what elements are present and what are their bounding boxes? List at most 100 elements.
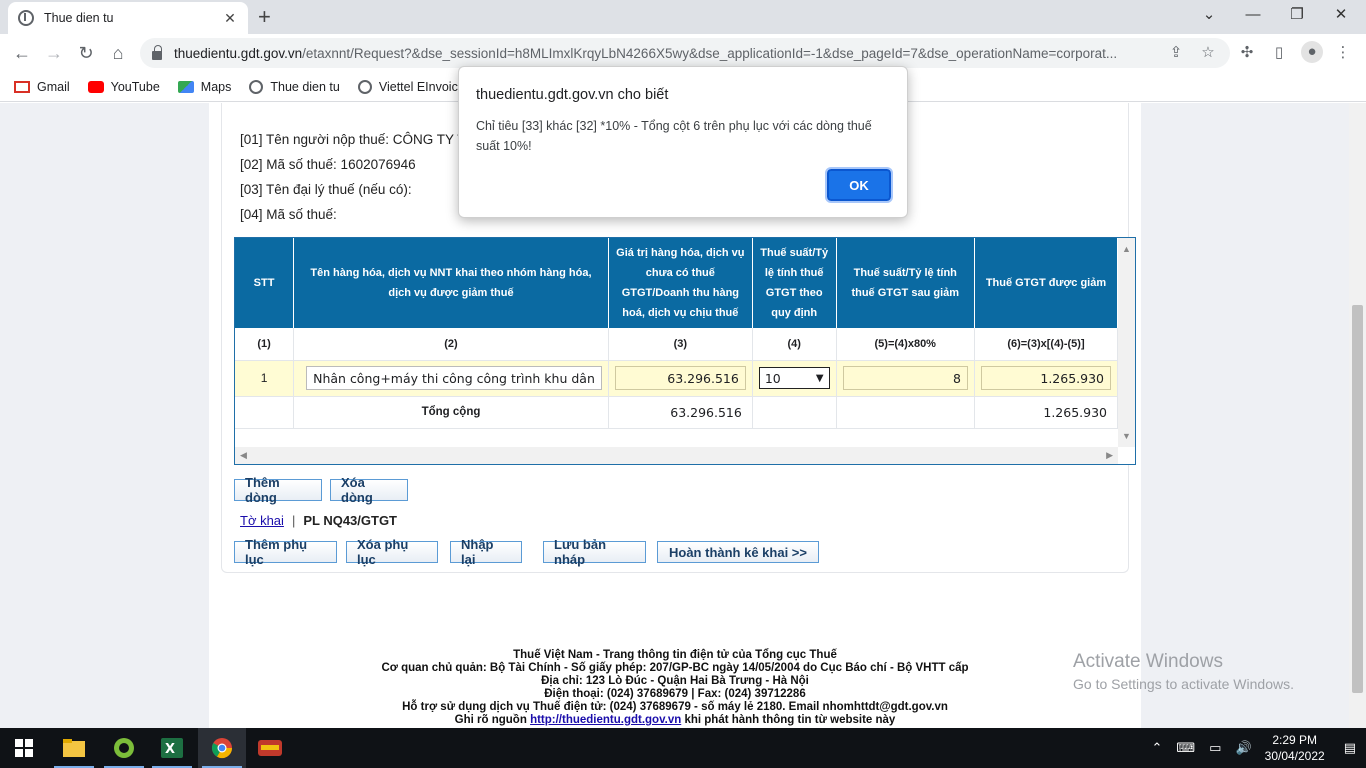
row-stt: 1 <box>235 360 295 397</box>
taskbar-clock[interactable]: 2:29 PM 30/04/2022 <box>1265 732 1325 764</box>
bookmark-gmail[interactable]: Gmail <box>14 80 70 94</box>
rate-after-input[interactable]: 8 <box>842 366 968 390</box>
notification-icon[interactable]: ▤ <box>1344 740 1356 756</box>
youtube-icon <box>87 80 104 93</box>
alert-dialog: thuedientu.gdt.gov.vn cho biết Chỉ tiêu … <box>458 66 908 218</box>
total-stt <box>235 396 295 429</box>
table-vertical-scrollbar[interactable]: ▲ ▼ <box>1118 238 1135 447</box>
add-appendix-button[interactable]: Thêm phụ lục <box>234 537 337 567</box>
globe-icon <box>249 79 264 94</box>
header-goods-name: Tên hàng hóa, dịch vụ NNT khai theo nhóm… <box>293 238 609 328</box>
url-text[interactable]: thuedientu.gdt.gov.vn/etaxnnt/Request?&d… <box>174 46 1164 61</box>
chrome-icon[interactable] <box>198 728 246 768</box>
globe-icon <box>18 10 34 26</box>
windows-taskbar: X ⌃ ⌨ ▭ 🔊 2:29 PM 30/04/2022 ▤ <box>0 728 1366 768</box>
col-number: (2) <box>293 328 609 361</box>
total-row: Tổng cộng 63.296.516 1.265.930 <box>235 396 1119 429</box>
app-green-icon[interactable] <box>100 728 148 768</box>
delete-row-button[interactable]: Xóa dòng <box>330 475 408 505</box>
footer-line: Ghi rõ nguồn http://thuedientu.gdt.gov.v… <box>454 714 896 726</box>
bookmark-star-icon[interactable]: ☆ <box>1198 43 1218 61</box>
site-footer: Thuế Việt Nam - Trang thông tin điện tử … <box>209 641 1141 728</box>
footer-line: Cơ quan chủ quản: Bộ Tài Chính - Số giấy… <box>381 662 969 674</box>
close-window-button[interactable]: ✕ <box>1326 4 1356 26</box>
save-draft-button[interactable]: Lưu bản nháp <box>543 537 646 567</box>
browser-tab[interactable]: Thue dien tu ✕ <box>8 2 248 34</box>
cell-reduced: 1.265.930 <box>974 360 1119 397</box>
rate-select[interactable]: 10 ▼ <box>758 367 830 389</box>
form-tabs: Tờ khai | PL NQ43/GTGT <box>240 513 397 528</box>
dialog-title: thuedientu.gdt.gov.vn cho biết <box>476 87 669 103</box>
minimize-button[interactable]: — <box>1238 4 1268 26</box>
forward-arrow-icon[interactable]: → <box>42 41 66 65</box>
header-rate: Thuế suất/Tỷ lệ tính thuế GTGT theo quy … <box>752 238 837 328</box>
appendix-table: STT Tên hàng hóa, dịch vụ NNT khai theo … <box>234 237 1136 465</box>
footer-site-link[interactable]: http://thuedientu.gdt.gov.vn <box>530 714 681 726</box>
page-scrollbar-thumb[interactable] <box>1352 305 1363 693</box>
cell-value: 63.296.516 <box>608 360 753 397</box>
taxpayer-name: [01] Tên người nộp thuế: CÔNG TY TNHH <box>240 132 495 147</box>
delete-appendix-button[interactable]: Xóa phụ lục <box>346 537 438 567</box>
scroll-down-arrow-icon[interactable]: ▼ <box>1122 431 1131 441</box>
col-number: (6)=(3)x[(4)-(5)] <box>974 328 1119 361</box>
windows-start-icon[interactable] <box>0 728 48 768</box>
globe-icon <box>357 79 372 94</box>
footer-line: Hỗ trợ sử dụng dịch vụ Thuế điện tử: (02… <box>402 701 948 713</box>
home-icon[interactable]: ⌂ <box>106 41 130 65</box>
bookmark-thue-dien-tu[interactable]: Thue dien tu <box>249 79 340 94</box>
back-arrow-icon[interactable]: ← <box>10 41 34 65</box>
excel-icon[interactable]: X <box>148 728 196 768</box>
activate-windows-watermark: Activate Windows Go to Settings to activ… <box>1073 651 1294 692</box>
chevron-down-icon[interactable]: ⌄ <box>1194 4 1224 26</box>
finish-declaration-button[interactable]: Hoàn thành kê khai >> <box>657 541 819 563</box>
reenter-button[interactable]: Nhập lại <box>450 537 522 567</box>
scroll-left-arrow-icon[interactable]: ◀ <box>240 450 247 461</box>
reload-icon[interactable]: ↻ <box>74 41 98 65</box>
rate-selected-value: 10 <box>764 370 781 386</box>
share-icon[interactable]: ⇪ <box>1166 43 1186 61</box>
tax-agent-code: [04] Mã số thuế: <box>240 207 337 222</box>
system-tray: ⌃ ⌨ ▭ 🔊 2:29 PM 30/04/2022 ▤ <box>1144 728 1366 768</box>
chevron-up-icon[interactable]: ⌃ <box>1151 740 1162 756</box>
tab-title: Thue dien tu <box>44 11 114 25</box>
menu-kebab-icon[interactable]: ⋮ <box>1333 43 1353 61</box>
input-method-icon[interactable]: ⌨ <box>1176 740 1195 756</box>
page-scrollbar[interactable] <box>1349 103 1366 728</box>
footer-line: Địa chỉ: 123 Lò Đúc - Quận Hai Bà Trưng … <box>541 675 809 687</box>
new-tab-button[interactable]: + <box>258 4 271 30</box>
scroll-up-arrow-icon[interactable]: ▲ <box>1122 244 1131 254</box>
reduced-tax-input[interactable]: 1.265.930 <box>980 366 1111 390</box>
address-bar[interactable]: thuedientu.gdt.gov.vn/etaxnnt/Request?&d… <box>140 38 1230 68</box>
total-value: 63.296.516 <box>608 396 753 429</box>
column-number-row: (1) (2) (3) (4) (5)=(4)x80% (6)=(3)x[(4)… <box>235 328 1119 361</box>
tab-current-appendix: PL NQ43/GTGT <box>303 513 397 528</box>
add-row-button[interactable]: Thêm dòng <box>234 475 322 505</box>
bookmark-maps[interactable]: Maps <box>177 80 231 94</box>
profile-avatar-icon[interactable]: ● <box>1301 41 1323 63</box>
table-horizontal-scrollbar[interactable]: ◀ ▶ <box>235 447 1118 464</box>
volume-icon[interactable]: 🔊 <box>1235 740 1251 756</box>
restore-button[interactable]: ❐ <box>1282 4 1312 26</box>
header-rate-after: Thuế suất/Tỷ lệ tính thuế GTGT sau giảm <box>836 238 975 328</box>
bookmark-youtube[interactable]: YouTube <box>87 80 160 94</box>
goods-name-input[interactable]: Nhân công+máy thi công công trình khu dâ… <box>306 366 602 390</box>
chevron-down-icon: ▼ <box>815 372 824 384</box>
extensions-puzzle-icon[interactable]: ✣ <box>1237 43 1257 61</box>
total-label: Tổng cộng <box>293 396 609 429</box>
gmail-icon <box>14 80 30 93</box>
browser-tab-bar: Thue dien tu ✕ + ⌄ — ❐ ✕ <box>0 0 1366 34</box>
close-tab-icon[interactable]: ✕ <box>222 10 238 27</box>
tab-declaration-link[interactable]: Tờ khai <box>240 513 284 528</box>
ok-button[interactable]: OK <box>825 167 893 203</box>
tab-separator: | <box>291 513 296 528</box>
network-icon[interactable]: ▭ <box>1209 740 1221 756</box>
file-explorer-icon[interactable] <box>50 728 98 768</box>
col-number: (3) <box>608 328 753 361</box>
col-number: (4) <box>752 328 837 361</box>
scroll-right-arrow-icon[interactable]: ▶ <box>1106 450 1113 461</box>
cell-goods-name: Nhân công+máy thi công công trình khu dâ… <box>293 360 609 397</box>
app-logo-icon[interactable] <box>246 728 294 768</box>
lock-icon <box>152 44 162 60</box>
side-panel-icon[interactable]: ▯ <box>1269 43 1289 61</box>
value-input[interactable]: 63.296.516 <box>614 366 746 390</box>
